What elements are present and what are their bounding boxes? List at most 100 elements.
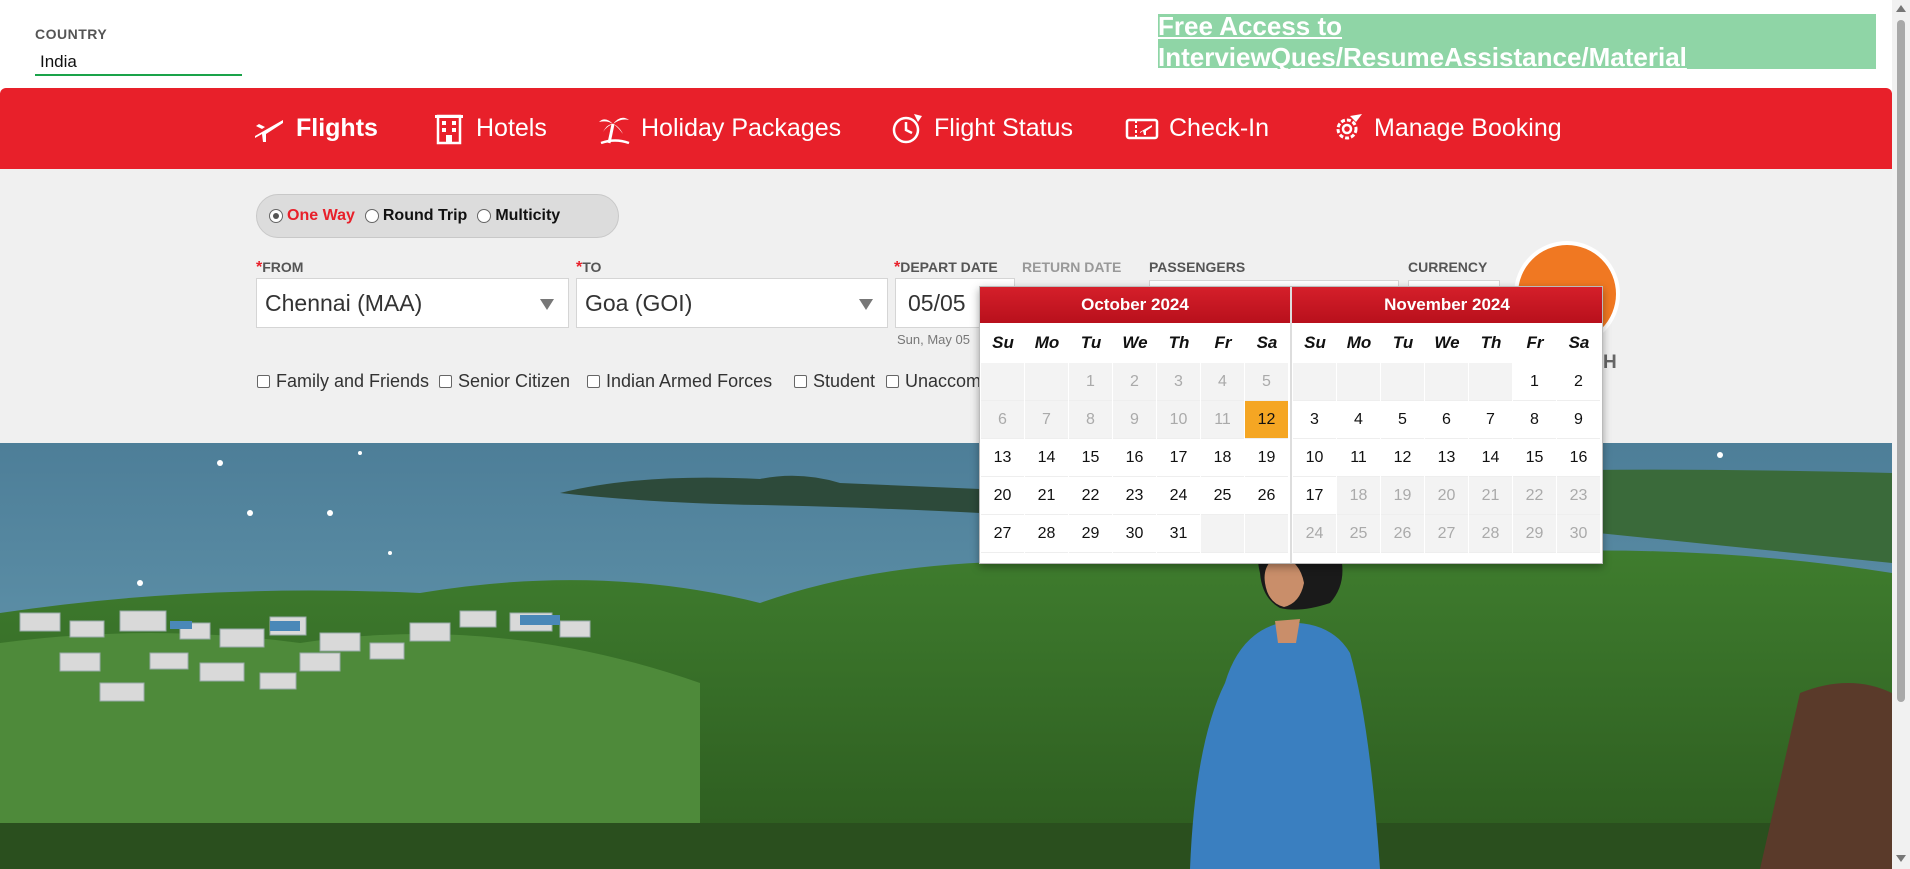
day-cell[interactable]: 7	[1469, 401, 1512, 439]
day-cell[interactable]: 17	[1293, 477, 1336, 515]
checkbox[interactable]	[257, 375, 270, 388]
radio-button[interactable]	[477, 209, 492, 223]
week-row: 13 14 15 16 17 18 19	[980, 439, 1290, 477]
concession-label: Unaccom	[905, 371, 982, 391]
day-cell[interactable]: 18	[1201, 439, 1244, 477]
day-cell-empty	[1381, 363, 1424, 401]
radio-button[interactable]	[269, 209, 283, 223]
day-cell[interactable]: 10	[1293, 439, 1336, 477]
to-value: Goa (GOI)	[585, 289, 693, 316]
nav-check-in[interactable]: Check-In	[1125, 88, 1269, 169]
day-names-row: Su Mo Tu We Th Fr Sa	[980, 323, 1290, 363]
trip-multicity[interactable]: Multicity	[477, 207, 560, 225]
day-name: Th	[1480, 333, 1502, 352]
checkbox[interactable]	[439, 375, 452, 388]
promo-link[interactable]: Free Access to InterviewQues/ResumeAssis…	[1158, 11, 1876, 73]
day-cell: 19	[1381, 477, 1424, 515]
week-row: 12	[1292, 363, 1602, 401]
scroll-down-icon[interactable]	[1896, 855, 1906, 862]
day-cell[interactable]: 1	[1513, 363, 1556, 401]
day-cell: 23	[1557, 477, 1600, 515]
day-cell[interactable]: 17	[1157, 439, 1200, 477]
week-row: 17 18 19 20 21 22 23	[1292, 477, 1602, 515]
day-cell[interactable]: 25	[1201, 477, 1244, 515]
nav-hotels[interactable]: Hotels	[432, 88, 547, 169]
day-name: Fr	[1214, 333, 1232, 352]
concession-family-friends[interactable]: Family and Friends	[257, 371, 429, 392]
scroll-up-icon[interactable]	[1896, 5, 1906, 12]
from-select[interactable]: Chennai (MAA)	[256, 278, 569, 328]
checkbox[interactable]	[794, 375, 807, 388]
nav-label: Flight Status	[934, 114, 1073, 142]
day-cell: 7	[1025, 401, 1068, 439]
day-cell[interactable]: 14	[1469, 439, 1512, 477]
date-picker: October 2024 Su Mo Tu We Th Fr Sa 1 2 3 4 5 6 7 8 9 10 1…	[979, 286, 1603, 564]
nav-label: Check-In	[1169, 114, 1270, 142]
gear-plane-icon	[1336, 113, 1362, 139]
checkbox[interactable]	[587, 375, 600, 388]
day-cell[interactable]: 28	[1025, 515, 1068, 553]
day-cell[interactable]: 12	[1381, 439, 1424, 477]
day-cell[interactable]: 11	[1337, 439, 1380, 477]
day-cell: 26	[1381, 515, 1424, 553]
day-names-row: Su Mo Tu We Th Fr Sa	[1292, 323, 1602, 363]
day-cell-empty	[1245, 515, 1288, 553]
trip-round-trip[interactable]: Round Trip	[364, 207, 467, 225]
nav-manage-booking[interactable]: Manage Booking	[1330, 88, 1562, 169]
day-cell: 4	[1201, 363, 1244, 401]
day-cell[interactable]: 6	[1425, 401, 1468, 439]
day-cell[interactable]: 22	[1069, 477, 1112, 515]
day-cell[interactable]: 16	[1557, 439, 1600, 477]
depart-date-sub: Sun, May 05	[897, 332, 970, 347]
nav-flights[interactable]: Flights	[252, 88, 378, 169]
day-cell[interactable]: 20	[981, 477, 1024, 515]
trip-one-way[interactable]: One Way	[269, 207, 355, 225]
day-cell[interactable]: 4	[1337, 401, 1380, 439]
concession-armed-forces[interactable]: Indian Armed Forces	[587, 371, 772, 392]
day-cell-empty	[1469, 363, 1512, 401]
from-value: Chennai (MAA)	[265, 289, 423, 316]
day-cell[interactable]: 27	[981, 515, 1024, 553]
scroll-thumb[interactable]	[1897, 20, 1905, 702]
to-select[interactable]: Goa (GOI)	[576, 278, 888, 328]
concession-student[interactable]: Student	[794, 371, 875, 392]
concession-senior-citizen[interactable]: Senior Citizen	[439, 371, 570, 392]
concession-label: Student	[813, 371, 876, 391]
day-cell-selected[interactable]: 12	[1245, 401, 1288, 439]
day-cell[interactable]: 31	[1157, 515, 1200, 553]
day-cell[interactable]: 21	[1025, 477, 1068, 515]
day-cell-empty	[981, 363, 1024, 401]
day-cell[interactable]: 24	[1157, 477, 1200, 515]
day-cell[interactable]: 14	[1025, 439, 1068, 477]
country-input[interactable]	[35, 50, 242, 76]
day-cell[interactable]: 19	[1245, 439, 1288, 477]
day-cell[interactable]: 2	[1557, 363, 1600, 401]
day-cell[interactable]: 15	[1513, 439, 1556, 477]
nav-flight-status[interactable]: Flight Status	[890, 88, 1073, 169]
day-cell: 25	[1337, 515, 1380, 553]
day-cell[interactable]: 9	[1557, 401, 1600, 439]
day-cell[interactable]: 5	[1381, 401, 1424, 439]
day-cell: 18	[1337, 477, 1380, 515]
day-cell[interactable]: 26	[1245, 477, 1288, 515]
checkbox[interactable]	[886, 375, 899, 388]
page-scrollbar[interactable]	[1892, 0, 1910, 869]
nav-label: Manage Booking	[1374, 114, 1562, 142]
day-cell[interactable]: 16	[1113, 439, 1156, 477]
day-cell[interactable]: 15	[1069, 439, 1112, 477]
promo-banner[interactable]: Free Access to InterviewQues/ResumeAssis…	[1158, 11, 1876, 72]
day-cell[interactable]: 30	[1113, 515, 1156, 553]
day-cell[interactable]: 23	[1113, 477, 1156, 515]
day-cell[interactable]: 3	[1293, 401, 1336, 439]
day-name: Fr	[1526, 333, 1544, 352]
day-cell: 3	[1157, 363, 1200, 401]
nav-holiday-packages[interactable]: Holiday Packages	[597, 88, 841, 169]
concession-unaccompanied[interactable]: Unaccom	[886, 371, 981, 392]
day-cell[interactable]: 13	[1425, 439, 1468, 477]
day-name: Sa	[1256, 333, 1278, 352]
radio-button[interactable]	[364, 209, 379, 223]
day-cell-empty	[1425, 363, 1468, 401]
day-cell[interactable]: 13	[981, 439, 1024, 477]
day-cell[interactable]: 8	[1513, 401, 1556, 439]
day-cell[interactable]: 29	[1069, 515, 1112, 553]
